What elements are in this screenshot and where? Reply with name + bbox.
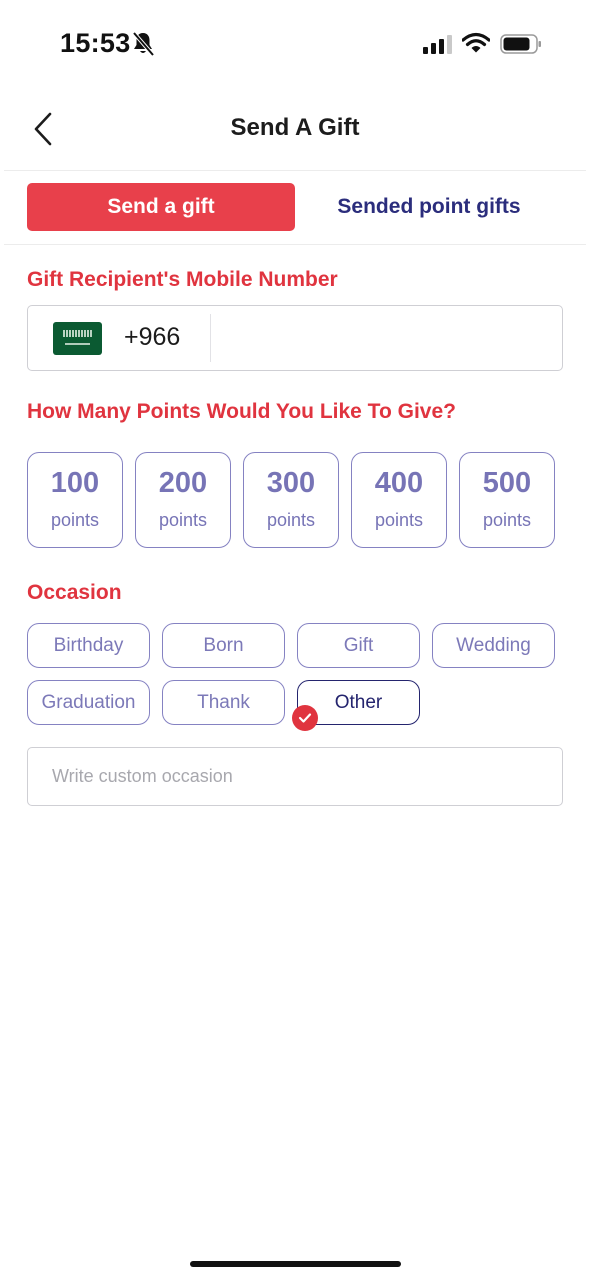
points-unit: points bbox=[50, 510, 100, 530]
occasion-chip-born[interactable]: Born bbox=[162, 623, 285, 668]
points-value: 500 bbox=[482, 467, 532, 499]
phone-field: +966 bbox=[27, 305, 563, 371]
status-time: 15:53 bbox=[60, 28, 131, 58]
points-option-200[interactable]: 200 points bbox=[135, 452, 231, 548]
wifi-icon bbox=[462, 32, 490, 53]
recipient-label: Gift Recipient's Mobile Number bbox=[27, 268, 338, 291]
occasion-chip-birthday[interactable]: Birthday bbox=[27, 623, 150, 668]
points-unit: points bbox=[266, 510, 316, 530]
saudi-arabia-flag-icon[interactable] bbox=[53, 322, 102, 355]
points-value: 200 bbox=[158, 467, 208, 499]
points-option-400[interactable]: 400 points bbox=[351, 452, 447, 548]
points-unit: points bbox=[482, 510, 532, 530]
custom-occasion-input[interactable] bbox=[27, 747, 563, 806]
phone-number-input[interactable] bbox=[218, 312, 556, 364]
cellular-signal-icon bbox=[423, 35, 452, 54]
points-value: 300 bbox=[266, 467, 316, 499]
home-indicator bbox=[190, 1261, 401, 1267]
dial-code: +966 bbox=[124, 323, 181, 351]
bell-slash-icon bbox=[132, 31, 155, 57]
header: Send A Gift bbox=[0, 88, 590, 170]
tab-sended-point-gifts[interactable]: Sended point gifts bbox=[295, 183, 563, 231]
points-label: How Many Points Would You Like To Give? bbox=[27, 400, 456, 423]
points-option-500[interactable]: 500 points bbox=[459, 452, 555, 548]
tab-send-a-gift[interactable]: Send a gift bbox=[27, 183, 295, 231]
selected-check-icon bbox=[292, 705, 318, 731]
occasion-chip-graduation[interactable]: Graduation bbox=[27, 680, 150, 725]
points-option-300[interactable]: 300 points bbox=[243, 452, 339, 548]
occasion-chip-gift[interactable]: Gift bbox=[297, 623, 420, 668]
status-bar: 15:53 bbox=[0, 0, 590, 88]
points-value: 100 bbox=[50, 467, 100, 499]
points-unit: points bbox=[158, 510, 208, 530]
tabs-divider bbox=[4, 244, 586, 245]
page-title: Send A Gift bbox=[230, 114, 360, 141]
occasion-chip-wedding[interactable]: Wedding bbox=[432, 623, 555, 668]
points-option-100[interactable]: 100 points bbox=[27, 452, 123, 548]
occasion-label: Occasion bbox=[27, 581, 122, 604]
phone-separator bbox=[210, 314, 211, 362]
points-value: 400 bbox=[374, 467, 424, 499]
occasion-chip-thank[interactable]: Thank bbox=[162, 680, 285, 725]
battery-icon bbox=[500, 34, 541, 54]
header-divider bbox=[4, 170, 586, 171]
points-unit: points bbox=[374, 510, 424, 530]
